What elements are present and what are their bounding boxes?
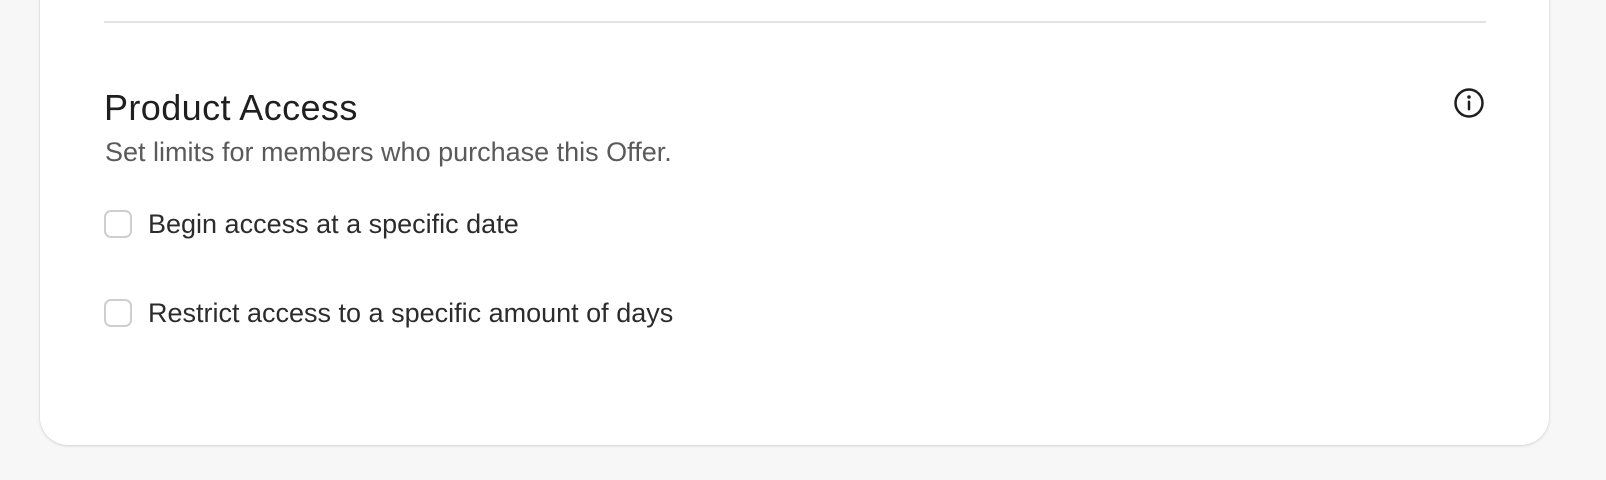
section-divider [104,21,1486,23]
begin-access-option[interactable]: Begin access at a specific date [104,207,519,241]
restrict-days-option[interactable]: Restrict access to a specific amount of … [104,296,673,330]
section-title: Product Access [104,87,358,128]
info-button[interactable] [1453,87,1485,119]
restrict-days-checkbox[interactable] [104,299,132,327]
begin-access-label: Begin access at a specific date [148,209,519,239]
info-circle-icon [1454,88,1484,118]
begin-access-checkbox[interactable] [104,210,132,238]
section-description: Set limits for members who purchase this… [105,137,672,167]
restrict-days-label: Restrict access to a specific amount of … [148,298,674,328]
